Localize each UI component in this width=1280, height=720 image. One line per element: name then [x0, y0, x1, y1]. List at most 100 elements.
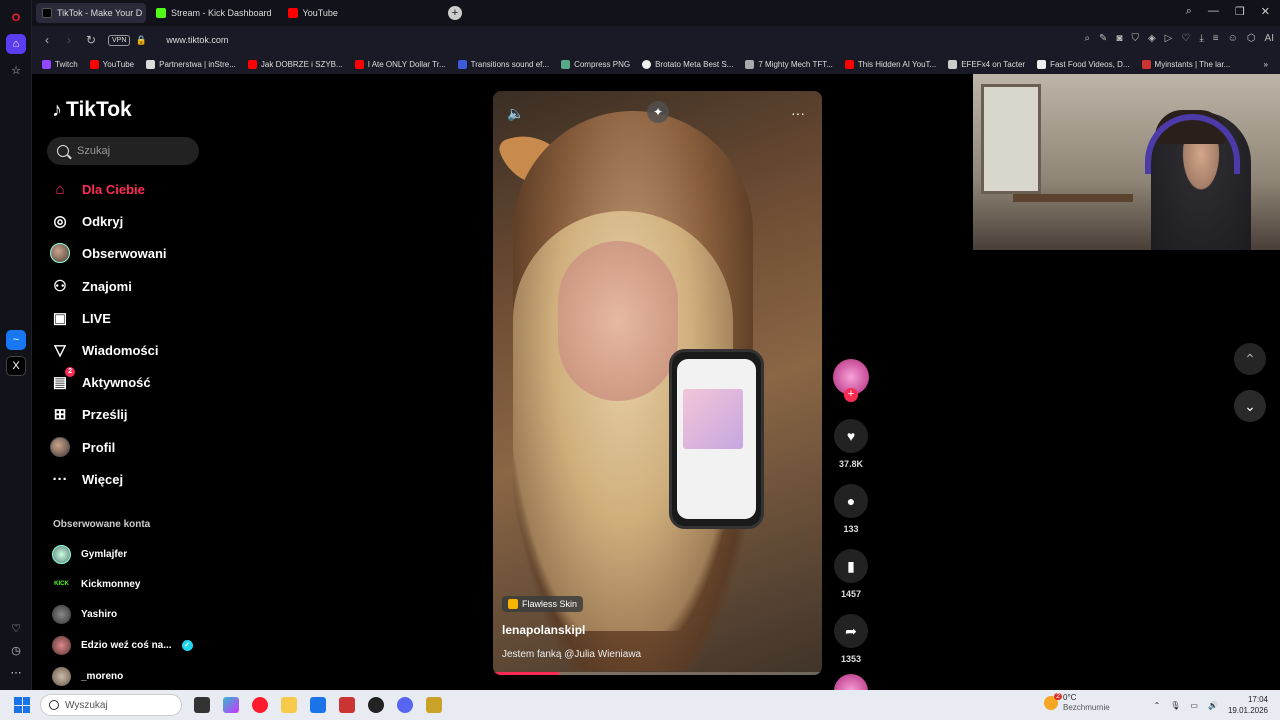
- new-tab-icon[interactable]: +: [447, 6, 462, 20]
- bookmark-item[interactable]: Jak DOBRZE i SZYB...: [247, 59, 343, 69]
- back-icon[interactable]: ‹: [36, 33, 58, 47]
- chevron-up-icon[interactable]: ⌃: [1154, 701, 1161, 710]
- sparkle-effect-icon[interactable]: ✦: [647, 101, 669, 123]
- task-view-icon[interactable]: [194, 697, 210, 713]
- nav-for-you[interactable]: ⌂ Dla Ciebie: [50, 177, 144, 201]
- tab-search-icon[interactable]: ⌕: [1186, 5, 1192, 18]
- url-field[interactable]: www.tiktok.com: [166, 35, 228, 45]
- windows-start-icon[interactable]: [14, 697, 30, 713]
- reload-icon[interactable]: ↻: [80, 33, 102, 47]
- weather-widget[interactable]: 2 0°C Bezchmurnie: [1044, 693, 1110, 713]
- bookmark-item[interactable]: Myinstants | The lar...: [1141, 59, 1230, 69]
- app-icon[interactable]: [339, 697, 355, 713]
- bookmark-item[interactable]: This Hidden AI YouT...: [844, 59, 936, 69]
- video-caption[interactable]: Jestem fanką @Julia Wieniawa: [502, 649, 641, 660]
- obs-icon[interactable]: [368, 697, 384, 713]
- camera-icon[interactable]: ◙: [1116, 33, 1122, 44]
- nav-activity[interactable]: ▤ 2 Aktywność: [50, 367, 151, 394]
- save-button[interactable]: ▮: [834, 549, 868, 583]
- cube-icon[interactable]: ⬡: [1247, 33, 1256, 44]
- bookmark-item[interactable]: Twitch: [42, 59, 78, 69]
- nav-live[interactable]: ▣ LIVE: [50, 306, 111, 330]
- opera-logo-icon[interactable]: O: [6, 8, 26, 28]
- nav-upload[interactable]: ⊞ Prześlij: [50, 402, 128, 426]
- x-twitter-icon[interactable]: X: [6, 356, 26, 376]
- video-progress-bar[interactable]: [493, 672, 822, 675]
- previous-video-button[interactable]: ⌃: [1234, 343, 1266, 375]
- heart-rail-icon[interactable]: ♡: [6, 618, 26, 638]
- bookmarks-more-icon[interactable]: »: [1264, 60, 1268, 69]
- nav-explore[interactable]: ◎ Odkryj: [50, 209, 123, 233]
- profile-icon[interactable]: ☺: [1228, 33, 1238, 44]
- copilot-icon[interactable]: [223, 697, 239, 713]
- minimize-icon[interactable]: —: [1208, 5, 1219, 18]
- video-username[interactable]: lenapolanskipl: [502, 623, 585, 637]
- clock[interactable]: 17:04 19.01.2026: [1228, 694, 1268, 716]
- tab-tiktok[interactable]: TikTok - Make Your D ✕: [36, 3, 146, 23]
- menu-icon[interactable]: ≡: [1213, 33, 1219, 44]
- microphone-icon[interactable]: 🎙: [1170, 701, 1180, 710]
- network-icon[interactable]: ▭: [1190, 701, 1198, 710]
- messenger-icon[interactable]: ~: [6, 330, 26, 350]
- nav-profile[interactable]: Profil: [50, 435, 115, 459]
- followed-account[interactable]: Edzio weź coś na... ✓: [52, 636, 193, 655]
- share-button[interactable]: ➦: [834, 614, 868, 648]
- bookmark-item[interactable]: EFEFx4 on Tacter: [948, 59, 1025, 69]
- volume-icon[interactable]: 🔈: [507, 105, 524, 122]
- tab-youtube[interactable]: YouTube: [282, 3, 344, 23]
- like-button[interactable]: ♥: [834, 419, 868, 453]
- ai-icon[interactable]: AI: [1265, 33, 1274, 44]
- extension-icon[interactable]: ◈: [1148, 33, 1156, 44]
- bookmark-item[interactable]: YouTube: [89, 59, 134, 69]
- more-rail-icon[interactable]: ⋯: [6, 662, 26, 682]
- nav-friends[interactable]: ⚇ Znajomi: [50, 274, 132, 298]
- bookmark-item[interactable]: Fast Food Videos, D...: [1037, 59, 1130, 69]
- comment-button[interactable]: ●: [834, 484, 868, 518]
- video-player[interactable]: 🔈 ✦ ··· Flawless Skin lenapolanskipl Jes…: [493, 91, 822, 675]
- opera-sidebar: O ⌂ ☆ ~ X ♡ ◷ ⋯: [0, 0, 32, 690]
- search-box[interactable]: [47, 137, 199, 165]
- followed-account[interactable]: Yashiro: [52, 605, 117, 624]
- bookmark-item[interactable]: Compress PNG: [561, 59, 630, 69]
- tiktok-logo[interactable]: ♪ TikTok: [52, 98, 132, 122]
- follow-plus-icon[interactable]: +: [844, 388, 858, 402]
- league-icon[interactable]: [426, 697, 442, 713]
- tab-kick[interactable]: Stream - Kick Dashboard: [150, 3, 278, 23]
- history-rail-icon[interactable]: ◷: [6, 640, 26, 660]
- followed-account[interactable]: KICK Kickmonney: [52, 575, 140, 594]
- effect-tag[interactable]: Flawless Skin: [502, 596, 584, 612]
- edit-icon[interactable]: ✎: [1099, 33, 1107, 44]
- volume-icon[interactable]: 🔊: [1208, 701, 1218, 710]
- search-input[interactable]: [77, 145, 187, 157]
- opera-taskbar-icon[interactable]: [252, 697, 268, 713]
- next-video-button[interactable]: ⌄: [1234, 390, 1266, 422]
- bookmark-item[interactable]: Transitions sound ef...: [457, 59, 549, 69]
- bookmark-item[interactable]: Brotato Meta Best S...: [642, 59, 733, 69]
- lock-icon[interactable]: 🔒: [130, 35, 152, 46]
- heart-icon[interactable]: ♡: [1181, 33, 1190, 44]
- nav-following[interactable]: Obserwowani: [50, 241, 167, 265]
- nav-messages[interactable]: ▽ Wiadomości: [50, 338, 158, 362]
- bookmark-item[interactable]: I Ate ONLY Dollar Tr...: [354, 59, 446, 69]
- search-icon[interactable]: ⌕: [1084, 33, 1090, 44]
- maximize-icon[interactable]: ❐: [1235, 5, 1245, 18]
- file-explorer-icon[interactable]: [281, 697, 297, 713]
- close-window-icon[interactable]: ✕: [1261, 5, 1270, 18]
- forward-icon[interactable]: ›: [58, 33, 80, 47]
- bookmark-item[interactable]: Partnerstwa | inStre...: [146, 59, 236, 69]
- creator-avatar[interactable]: +: [833, 359, 869, 402]
- taskbar-search[interactable]: Wyszukaj: [40, 694, 182, 716]
- nav-more[interactable]: ··· Więcej: [50, 467, 124, 491]
- shield-icon[interactable]: ⛉: [1131, 33, 1139, 44]
- discord-icon[interactable]: [397, 697, 413, 713]
- bookmarks-rail-icon[interactable]: ☆: [6, 60, 26, 80]
- followed-account[interactable]: Gymlajfer: [52, 545, 127, 564]
- bookmark-item[interactable]: 7 Mighty Mech TFT...: [745, 59, 833, 69]
- home-rail-icon[interactable]: ⌂: [6, 34, 26, 54]
- play-icon[interactable]: ▷: [1165, 33, 1173, 44]
- vpn-badge[interactable]: VPN: [108, 34, 131, 46]
- more-options-icon[interactable]: ···: [791, 105, 805, 121]
- store-icon[interactable]: [310, 697, 326, 713]
- download-icon[interactable]: ⤓: [1199, 33, 1203, 44]
- followed-account[interactable]: _moreno: [52, 667, 123, 686]
